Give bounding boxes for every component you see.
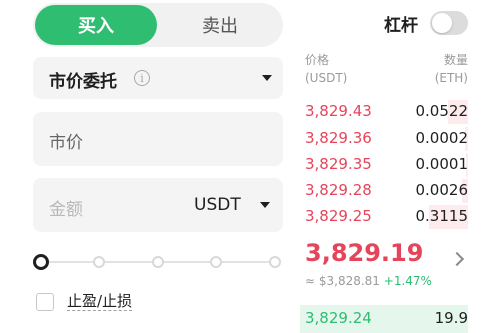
ask-price: 3,829.43 xyxy=(305,102,372,120)
price-column-header: 价格 (USDT) xyxy=(305,51,347,87)
leverage-control: 杠杆 xyxy=(384,10,468,36)
switch-knob xyxy=(432,13,452,33)
qty-column-header: 数量 (ETH) xyxy=(405,51,468,87)
slider-stop-100[interactable] xyxy=(269,256,281,268)
tpsl-label[interactable]: 止盈/止损 xyxy=(67,292,133,311)
tpsl-option[interactable]: 止盈/止损 xyxy=(36,292,133,311)
unit-chevron-down-icon[interactable] xyxy=(260,202,270,208)
ask-qty: 0.0026 xyxy=(415,181,469,199)
slider-stop-75[interactable] xyxy=(210,256,222,268)
leverage-switch[interactable] xyxy=(430,11,468,35)
chevron-right-icon[interactable] xyxy=(449,251,465,267)
ask-qty: 0.3115 xyxy=(415,207,469,225)
slider-handle[interactable] xyxy=(33,254,49,270)
ask-row[interactable]: 3,829.35 0.0001 xyxy=(300,153,500,177)
leverage-label: 杠杆 xyxy=(384,15,418,36)
ask-qty: 0.0522 xyxy=(415,102,469,120)
ask-price: 3,829.35 xyxy=(305,155,372,173)
bid-qty: 19.9 xyxy=(434,309,468,327)
order-type-select[interactable]: 市价委托 i xyxy=(33,57,283,99)
buy-sell-toggle: 买入 卖出 xyxy=(33,3,283,47)
ask-row[interactable]: 3,829.28 0.0026 xyxy=(300,179,500,203)
chevron-down-icon[interactable] xyxy=(262,75,272,81)
price-field-label: 市价 xyxy=(49,133,83,153)
ask-row[interactable]: 3,829.25 0.3115 xyxy=(300,205,500,229)
price-header-unit: (USDT) xyxy=(305,71,348,85)
amount-slider[interactable] xyxy=(33,254,283,270)
price-change: +1.47% xyxy=(383,274,432,288)
bid-price: 3,829.24 xyxy=(305,309,372,327)
ask-row[interactable]: 3,829.36 0.0002 xyxy=(300,127,500,151)
qty-header-label: 数量 xyxy=(443,53,468,67)
amount-input[interactable]: 金额 USDT xyxy=(33,178,283,232)
slider-stop-25[interactable] xyxy=(93,256,105,268)
ask-qty: 0.0001 xyxy=(415,155,469,173)
amount-unit-label[interactable]: USDT xyxy=(194,195,241,215)
qty-header-unit: (ETH) xyxy=(434,71,468,85)
ask-qty: 0.0002 xyxy=(415,129,469,147)
reference-price: ≈ $3,828.81 +1.47% xyxy=(305,274,432,288)
amount-placeholder: 金额 xyxy=(49,200,83,220)
tpsl-checkbox[interactable] xyxy=(36,292,54,311)
price-header-label: 价格 xyxy=(305,53,330,67)
order-type-label: 市价委托 xyxy=(49,72,117,92)
buy-tab[interactable]: 买入 xyxy=(35,5,157,45)
ask-price: 3,829.28 xyxy=(305,181,372,199)
ask-row[interactable]: 3,829.43 0.0522 xyxy=(300,100,500,124)
sell-tab[interactable]: 卖出 xyxy=(159,3,281,47)
ref-price-value: ≈ $3,828.81 xyxy=(305,274,380,288)
slider-stop-50[interactable] xyxy=(152,256,164,268)
bid-row[interactable]: 3,829.24 19.9 xyxy=(300,305,500,333)
ask-price: 3,829.36 xyxy=(305,129,372,147)
info-icon[interactable]: i xyxy=(134,70,150,86)
last-price[interactable]: 3,829.19 xyxy=(305,239,423,267)
ask-price: 3,829.25 xyxy=(305,207,372,225)
price-field: 市价 xyxy=(33,112,283,166)
